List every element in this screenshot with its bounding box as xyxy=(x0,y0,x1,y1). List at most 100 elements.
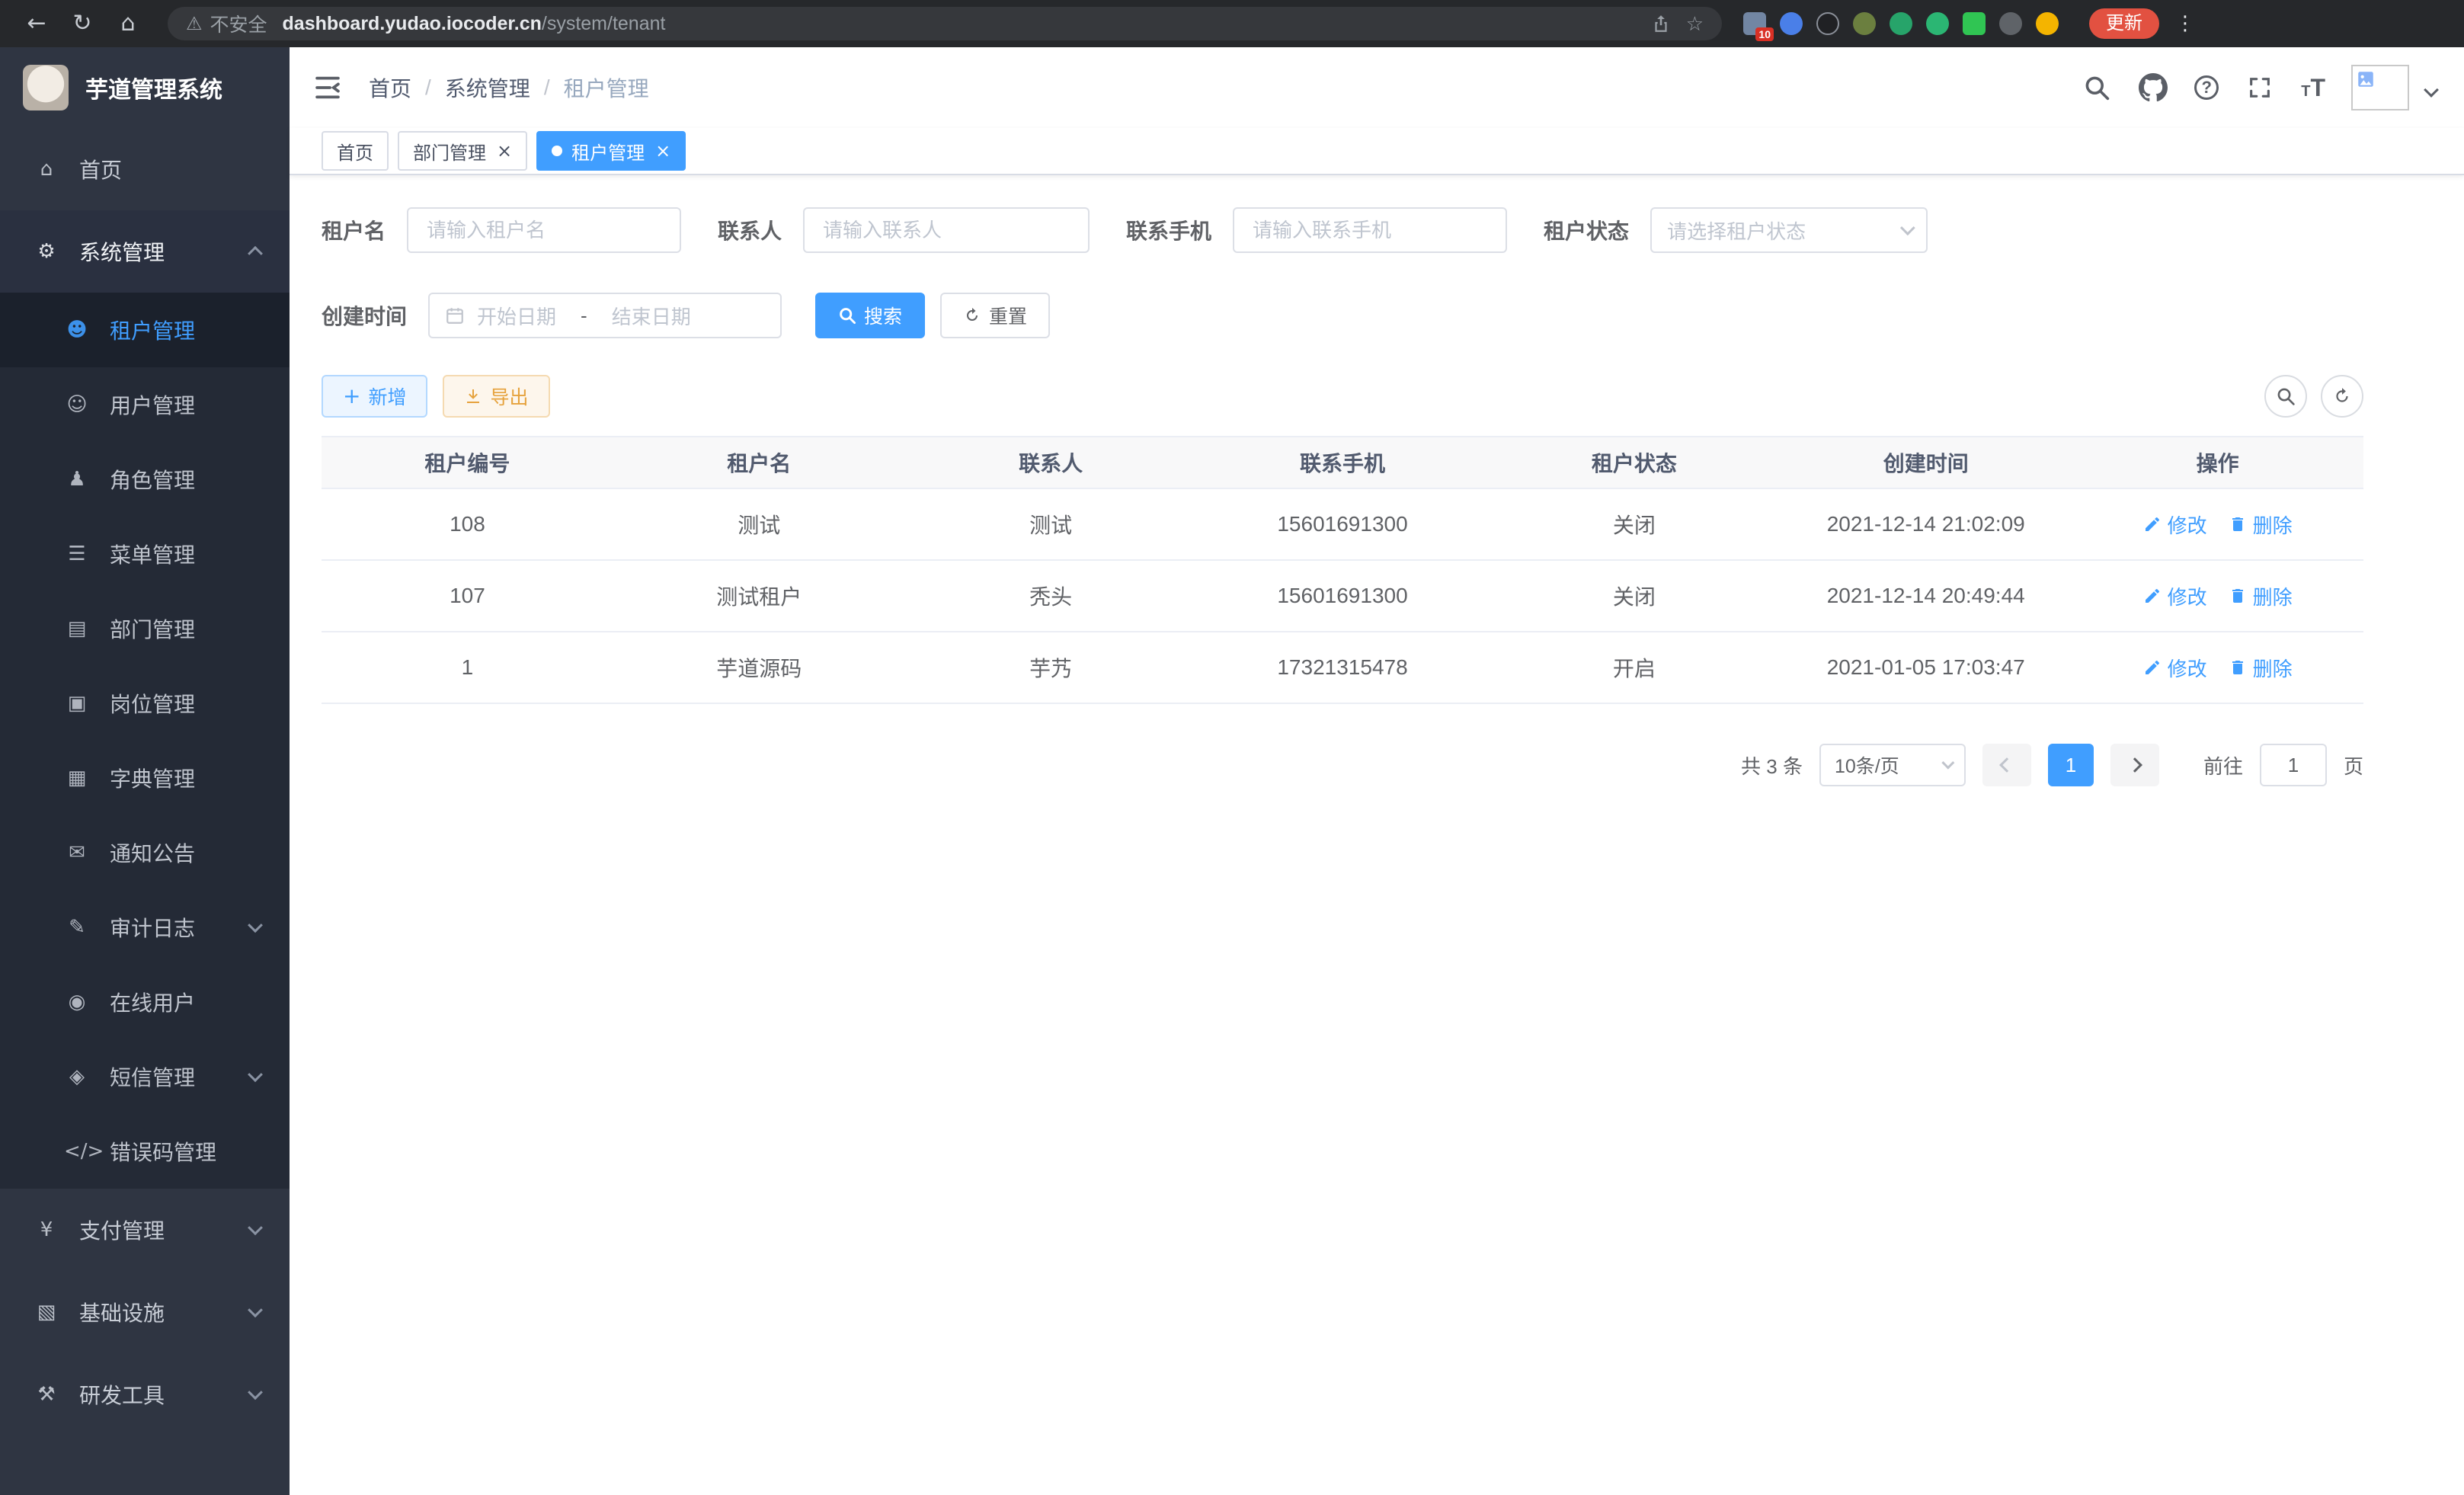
user-avatar[interactable] xyxy=(2351,65,2409,110)
add-button[interactable]: + 新增 xyxy=(322,375,427,418)
table-body: 108 测试 测试 15601691300 关闭 2021-12-14 21:0… xyxy=(322,489,2363,704)
refresh-table-button[interactable] xyxy=(2321,375,2363,418)
sidebar-item[interactable]: ✉ 通知公告 xyxy=(0,815,290,890)
sidebar-item[interactable]: ⚙ 系统管理 xyxy=(0,210,290,293)
extension-icon[interactable] xyxy=(1780,12,1803,35)
sidebar-item[interactable]: ♟ 角色管理 xyxy=(0,442,290,517)
reset-button[interactable]: 重置 xyxy=(940,293,1050,338)
extension-icon[interactable]: 10 xyxy=(1743,12,1766,35)
search-button[interactable]: 搜索 xyxy=(815,293,925,338)
address-bar[interactable]: ⚠ 不安全 dashboard.yudao.iocoder.cn /system… xyxy=(168,7,1722,40)
sidebar-item-label: 审计日志 xyxy=(110,912,195,943)
cell-phone: 15601691300 xyxy=(1197,584,1489,608)
cell-created-time: 2021-01-05 17:03:47 xyxy=(1780,655,2072,680)
home-icon[interactable]: ⌂ xyxy=(110,5,146,42)
sidebar-logo[interactable]: 芋道管理系统 xyxy=(0,47,290,128)
chevron-right-icon xyxy=(2127,757,2142,773)
tab-label: 租户管理 xyxy=(571,138,645,165)
breadcrumb-home[interactable]: 首页 xyxy=(369,72,411,103)
page-number-button[interactable]: 1 xyxy=(2048,744,2094,786)
pagination-total: 共 3 条 xyxy=(1741,751,1803,780)
extension-icon[interactable] xyxy=(1926,12,1949,35)
extension-icon[interactable] xyxy=(1853,12,1876,35)
sidebar-item-icon: ⚒ xyxy=(34,1383,59,1406)
font-size-icon[interactable]: TT xyxy=(2301,74,2325,102)
cell-tenant-id: 107 xyxy=(322,584,613,608)
prev-page-button[interactable] xyxy=(1982,744,2031,786)
browser-menu-icon[interactable]: ⋮ xyxy=(2174,12,2196,35)
phone-input[interactable] xyxy=(1233,207,1507,253)
view-tab[interactable]: 租户管理 × xyxy=(536,131,686,171)
chevron-down-icon xyxy=(248,1385,263,1400)
delete-button[interactable]: 删除 xyxy=(2229,511,2293,539)
breadcrumb-separator: / xyxy=(425,75,431,100)
sidebar-item[interactable]: ◉ 在线用户 xyxy=(0,965,290,1039)
delete-button[interactable]: 删除 xyxy=(2229,582,2293,610)
cell-created-time: 2021-12-14 21:02:09 xyxy=(1780,512,2072,536)
view-tab[interactable]: 部门管理 × xyxy=(398,131,527,171)
date-separator: - xyxy=(581,304,587,328)
extension-icon[interactable] xyxy=(1816,12,1839,35)
status-select[interactable]: 请选择租户状态 xyxy=(1650,207,1928,253)
tenant-name-input[interactable] xyxy=(407,207,681,253)
help-icon[interactable]: ? xyxy=(2194,75,2219,100)
puzzle-extension-icon[interactable] xyxy=(1999,12,2022,35)
top-navbar: 首页 / 系统管理 / 租户管理 ? xyxy=(290,47,2464,128)
sidebar-item-icon: ✉ xyxy=(64,841,90,864)
fullscreen-icon[interactable] xyxy=(2245,72,2275,103)
sidebar-item[interactable]: ☺ 用户管理 xyxy=(0,367,290,442)
sidebar-item[interactable]: </> 错误码管理 xyxy=(0,1114,290,1189)
tenant-name-label: 租户名 xyxy=(322,215,386,245)
status-select-placeholder: 请选择租户状态 xyxy=(1667,216,1806,245)
tab-close-icon[interactable]: × xyxy=(655,142,670,160)
breadcrumb-system[interactable]: 系统管理 xyxy=(445,72,530,103)
extension-icon[interactable] xyxy=(1963,12,1986,35)
edit-icon xyxy=(2143,587,2162,605)
sidebar-item[interactable]: ⚒ 研发工具 xyxy=(0,1353,290,1436)
sidebar-item[interactable]: ▣ 岗位管理 xyxy=(0,666,290,741)
sidebar-item[interactable]: ▤ 部门管理 xyxy=(0,591,290,666)
sidebar-item[interactable]: ▦ 字典管理 xyxy=(0,741,290,815)
sidebar-item[interactable]: ☻ 租户管理 xyxy=(0,293,290,367)
date-range-picker[interactable]: 开始日期 - 结束日期 xyxy=(428,293,782,338)
view-tab[interactable]: 首页 xyxy=(322,131,389,171)
edit-button[interactable]: 修改 xyxy=(2143,582,2207,610)
export-button[interactable]: 导出 xyxy=(443,375,549,418)
bookmark-star-icon[interactable]: ☆ xyxy=(1686,12,1704,36)
header-search-icon[interactable] xyxy=(2082,72,2112,103)
github-icon[interactable] xyxy=(2138,72,2168,103)
share-icon[interactable] xyxy=(1651,14,1671,34)
column-header: 创建时间 xyxy=(1780,447,2072,478)
sidebar-item[interactable]: ✎ 审计日志 xyxy=(0,890,290,965)
sidebar-item[interactable]: ◈ 短信管理 xyxy=(0,1039,290,1114)
cell-tenant-id: 108 xyxy=(322,512,613,536)
edit-button[interactable]: 修改 xyxy=(2143,654,2207,682)
url-path: /system/tenant xyxy=(542,13,666,35)
tab-close-icon[interactable]: × xyxy=(497,142,512,160)
profile-avatar-icon[interactable] xyxy=(2036,12,2059,35)
cell-tenant-id: 1 xyxy=(322,655,613,680)
delete-button[interactable]: 删除 xyxy=(2229,654,2293,682)
sidebar-item[interactable]: ▧ 基础设施 xyxy=(0,1271,290,1353)
contact-input[interactable] xyxy=(803,207,1090,253)
edit-button[interactable]: 修改 xyxy=(2143,511,2207,539)
browser-update-button[interactable]: 更新 xyxy=(2089,8,2159,39)
sidebar-collapse-icon[interactable] xyxy=(311,71,344,104)
toggle-search-button[interactable] xyxy=(2264,375,2307,418)
goto-page-input[interactable] xyxy=(2260,744,2327,786)
cell-tenant-name: 芋道源码 xyxy=(613,652,905,683)
sidebar-menu: ⌂ 首页 ⚙ 系统管理 ☻ 租户管理 xyxy=(0,128,290,1436)
date-end-placeholder: 结束日期 xyxy=(612,302,691,330)
sidebar-item[interactable]: ⌂ 首页 xyxy=(0,128,290,210)
refresh-icon[interactable]: ↻ xyxy=(64,5,101,42)
extension-badge: 10 xyxy=(1755,27,1774,41)
avatar-caret-icon[interactable] xyxy=(2424,82,2439,98)
back-icon[interactable]: ← xyxy=(18,5,55,42)
sidebar-item[interactable]: ¥ 支付管理 xyxy=(0,1189,290,1271)
extension-icon[interactable] xyxy=(1890,12,1912,35)
sidebar-item[interactable]: ☰ 菜单管理 xyxy=(0,517,290,591)
next-page-button[interactable] xyxy=(2110,744,2159,786)
page-size-select[interactable]: 10条/页 xyxy=(1819,744,1966,786)
table-row: 107 测试租户 秃头 15601691300 关闭 2021-12-14 20… xyxy=(322,561,2363,632)
delete-icon xyxy=(2229,515,2247,533)
